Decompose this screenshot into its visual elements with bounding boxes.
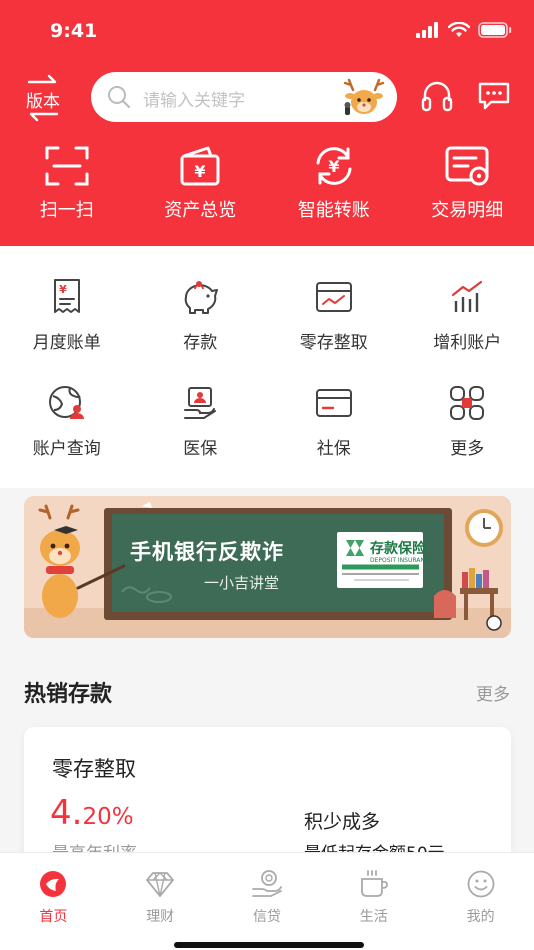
service-account-query[interactable]: 账户查询: [0, 382, 134, 488]
service-label: 零存整取: [299, 333, 368, 353]
anti-fraud-banner[interactable]: 手机银行反欺诈 一小吉讲堂 存款保险 DEPOSIT INSURANCE: [24, 496, 511, 638]
service-grid-section: ¥ 月度账单 存款 零存整取 增利账户 账户查询 医保 社保 更多: [0, 246, 534, 488]
diamond-icon: [146, 872, 175, 897]
quick-action-transfer[interactable]: ¥ 智能转账: [267, 142, 401, 232]
service-deposit[interactable]: 存款: [134, 276, 268, 382]
tab-mine[interactable]: 我的: [427, 853, 534, 950]
home-indicator[interactable]: [174, 942, 364, 948]
tab-home[interactable]: 首页: [0, 853, 107, 950]
social-security-card-icon: [315, 389, 352, 417]
service-lump-sum-deposit[interactable]: 零存整取: [267, 276, 401, 382]
service-label: 增利账户: [433, 333, 502, 353]
version-label-char-2: 本: [43, 91, 60, 112]
tab-label: 理财: [146, 909, 175, 925]
version-label-char-1: 版: [26, 91, 43, 112]
service-medical-insurance[interactable]: 医保: [134, 382, 268, 488]
quick-actions: 扫一扫 ¥ 资产总览 ¥ 智能转账 交易明细: [0, 142, 534, 232]
section-title: 热销存款: [24, 682, 113, 707]
more-grid-icon: [450, 386, 485, 420]
svg-text:¥: ¥: [328, 157, 339, 176]
home-icon: [40, 871, 67, 897]
quick-action-label: 智能转账: [297, 200, 370, 221]
coffee-cup-icon: [360, 870, 388, 897]
card-chart-icon: [315, 282, 352, 312]
more-link[interactable]: 更多: [476, 680, 510, 705]
growth-icon: [452, 280, 483, 312]
search-placeholder: 请输入关键字: [143, 91, 245, 111]
version-switch-label: 版本: [26, 87, 60, 112]
status-icons: [416, 22, 512, 38]
service-label: 社保: [316, 439, 351, 459]
service-label: 医保: [183, 439, 218, 459]
service-grid: ¥ 月度账单 存款 零存整取 增利账户 账户查询 医保 社保 更多: [0, 276, 534, 488]
banner-subtitle: 一小吉讲堂: [204, 574, 280, 592]
tab-label: 首页: [39, 909, 68, 925]
service-label: 账户查询: [32, 439, 101, 459]
deposit-insurance-badge-en: DEPOSIT INSURANCE: [370, 557, 433, 564]
tab-label: 我的: [466, 909, 495, 925]
cellular-signal-icon: [416, 22, 438, 38]
rate-integer: 4.: [50, 793, 83, 833]
tab-life[interactable]: 生活: [320, 853, 427, 950]
tab-label: 生活: [359, 909, 388, 925]
deposit-insurance-badge: 存款保险: [370, 541, 426, 557]
banner-title: 手机银行反欺诈: [130, 540, 284, 564]
quick-action-statement[interactable]: 交易明细: [401, 142, 534, 232]
piggy-bank-icon: [184, 281, 219, 314]
banner-illustration: [24, 496, 511, 638]
quick-action-label: 扫一扫: [39, 200, 94, 221]
tab-wealth[interactable]: 理财: [107, 853, 214, 950]
svg-text:¥: ¥: [195, 162, 206, 181]
service-more[interactable]: 更多: [401, 382, 534, 488]
bill-icon: ¥: [53, 279, 80, 313]
scan-icon: [45, 146, 89, 186]
hot-deposits-header: 热销存款 更多: [0, 652, 534, 730]
statement-icon: [445, 146, 489, 186]
service-monthly-bill[interactable]: ¥ 月度账单: [0, 276, 134, 382]
tab-label: 信贷: [252, 909, 281, 925]
message-icon[interactable]: [477, 80, 511, 112]
interest-rate: 4.20%: [50, 793, 134, 833]
medical-insurance-icon: [184, 387, 217, 419]
tab-loan[interactable]: 信贷: [214, 853, 321, 950]
search-icon: [108, 86, 131, 109]
search-bar[interactable]: 请输入关键字: [91, 72, 397, 122]
bottom-tab-bar: 首页 理财 信贷 生活 我的: [0, 852, 534, 950]
quick-action-label: 交易明细: [431, 200, 504, 221]
header: 9:41 版 本 请输入关键字 扫一扫 ¥ 资产总览 ¥ 智能转账 交易明细: [0, 0, 534, 246]
battery-icon: [478, 22, 512, 38]
status-time: 9:41: [50, 20, 98, 42]
service-label: 更多: [450, 439, 485, 459]
loan-hand-icon: [252, 870, 282, 897]
service-label: 月度账单: [32, 333, 101, 353]
transfer-icon: ¥: [316, 147, 352, 185]
globe-user-icon: [48, 386, 84, 419]
product-slogan: 积少成多: [304, 811, 381, 833]
smiley-user-icon: [467, 870, 494, 898]
quick-action-scan[interactable]: 扫一扫: [0, 142, 134, 232]
service-social-security[interactable]: 社保: [267, 382, 401, 488]
svg-text:¥: ¥: [59, 283, 67, 296]
quick-action-assets[interactable]: ¥ 资产总览: [134, 142, 268, 232]
service-label: 存款: [183, 333, 218, 353]
status-bar: 9:41: [0, 0, 534, 64]
version-switch-button[interactable]: 版本: [22, 74, 64, 122]
rate-decimal: 20%: [82, 804, 134, 830]
service-growth-account[interactable]: 增利账户: [401, 276, 534, 382]
wallet-icon: ¥: [180, 146, 220, 186]
product-name: 零存整取: [52, 757, 136, 781]
headset-icon[interactable]: [421, 80, 453, 114]
wifi-icon: [448, 22, 470, 37]
quick-action-label: 资产总览: [164, 200, 237, 221]
deer-mascot-icon[interactable]: [341, 76, 387, 118]
top-bar: 版本 请输入关键字: [0, 70, 534, 124]
